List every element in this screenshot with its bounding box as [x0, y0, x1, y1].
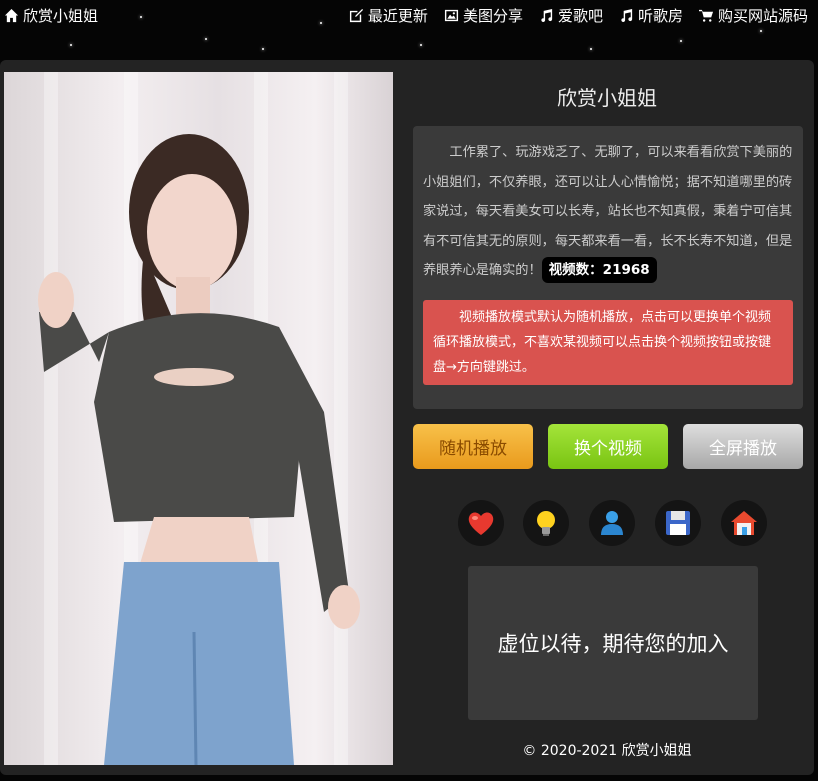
video-frame-figure [38, 134, 360, 765]
ad-placeholder[interactable]: 虚位以待，期待您的加入 [468, 566, 758, 720]
user-icon [601, 511, 623, 535]
lightbulb-icon [537, 511, 555, 536]
top-navigation: 欣赏小姐姐 最近更新 美图分享 爱歌吧 听歌房 购买网站源码 [0, 0, 818, 30]
action-icons [405, 500, 809, 546]
main-panel: 欣赏小姐姐 工作累了、玩游戏乏了、无聊了，可以来看看欣赏下美丽的小姐姐们，不仅养… [0, 60, 814, 775]
music-icon [541, 8, 553, 23]
video-count-badge: 视频数：21968 [541, 257, 657, 283]
picture-icon [444, 9, 458, 22]
play-mode-notice: 视频播放模式默认为随机播放，点击可以更换单个视频循环播放模式，不喜欢某视频可以点… [423, 300, 793, 385]
nav-label: 购买网站源码 [717, 7, 808, 25]
home-button[interactable] [721, 500, 767, 546]
light-toggle-button[interactable] [523, 500, 569, 546]
nav-love-songs[interactable]: 爱歌吧 [539, 5, 603, 26]
cart-icon [698, 9, 714, 22]
video-player[interactable] [4, 72, 393, 765]
nav-label: 爱歌吧 [557, 7, 603, 25]
site-brand[interactable]: 欣赏小姐姐 [4, 5, 98, 26]
brand-label: 欣赏小姐姐 [23, 7, 99, 25]
nav-photo-share[interactable]: 美图分享 [444, 5, 523, 26]
site-title: 欣赏小姐姐 [557, 86, 657, 110]
user-button[interactable] [589, 500, 635, 546]
nav-buy-source[interactable]: 购买网站源码 [698, 5, 808, 26]
home-icon [731, 511, 757, 535]
nav-music-room[interactable]: 听歌房 [619, 5, 683, 26]
fullscreen-button[interactable]: 全屏播放 [683, 424, 803, 469]
music-icon [621, 8, 633, 23]
home-icon [4, 8, 19, 23]
favorite-button[interactable] [458, 500, 504, 546]
intro-box: 工作累了、玩游戏乏了、无聊了，可以来看看欣赏下美丽的小姐姐们，不仅养眼，还可以让… [413, 126, 803, 409]
save-icon [666, 511, 690, 535]
nav-label: 美图分享 [462, 7, 523, 25]
save-button[interactable] [655, 500, 701, 546]
heart-icon [468, 512, 494, 535]
control-buttons: 随机播放 换个视频 全屏播放 [413, 424, 803, 470]
next-video-button[interactable]: 换个视频 [548, 424, 668, 469]
edit-icon [349, 8, 363, 23]
footer-copyright: © 2020-2021 欣赏小姐姐 [522, 743, 692, 759]
random-play-button[interactable]: 随机播放 [413, 424, 533, 469]
nav-recent-updates[interactable]: 最近更新 [349, 5, 428, 26]
nav-label: 最近更新 [367, 7, 428, 25]
nav-label: 听歌房 [637, 7, 683, 25]
